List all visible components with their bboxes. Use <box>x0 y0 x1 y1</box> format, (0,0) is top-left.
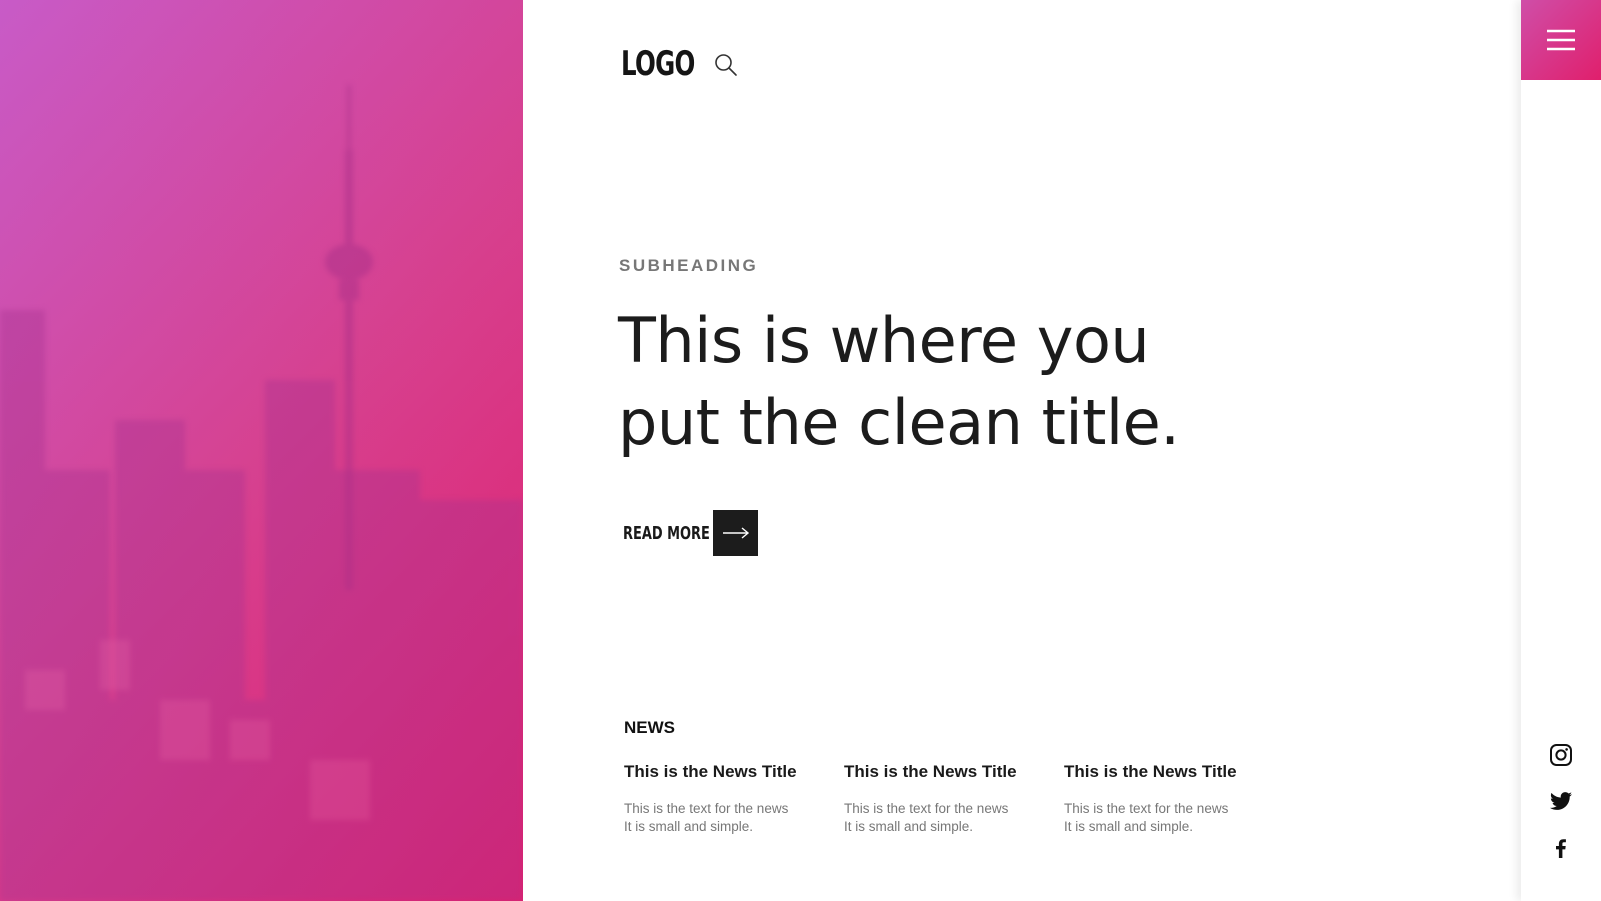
news-item-text-line: This is the text for the news <box>844 801 1009 816</box>
hero-title: This is where you put the clean title. <box>618 304 1180 459</box>
read-more-link[interactable]: READ MORE <box>623 510 758 556</box>
hamburger-menu-icon <box>1547 29 1575 51</box>
news-item-text-line: This is the text for the news <box>1064 801 1229 816</box>
news-item-text-line: It is small and simple. <box>844 819 974 834</box>
news-item-text-line: It is small and simple. <box>1064 819 1194 834</box>
main-content: LOGO SUBHEADING This is where you put th… <box>523 0 1521 901</box>
news-item[interactable]: This is the News Title This is the text … <box>844 762 1054 836</box>
news-heading: NEWS <box>624 718 675 737</box>
logo[interactable]: LOGO <box>621 44 695 84</box>
hero-image <box>0 0 523 901</box>
news-item-text: This is the text for the news It is smal… <box>624 800 834 836</box>
news-item-title[interactable]: This is the News Title <box>844 762 1054 782</box>
hero-subheading: SUBHEADING <box>619 256 759 275</box>
read-more-button[interactable] <box>713 510 758 556</box>
news-item[interactable]: This is the News Title This is the text … <box>1064 762 1274 836</box>
news-item-text-line: It is small and simple. <box>624 819 754 834</box>
read-more-label: READ MORE <box>623 522 710 544</box>
hero-image-tint <box>0 0 523 901</box>
instagram-icon[interactable] <box>1549 743 1573 767</box>
twitter-icon[interactable] <box>1549 789 1573 813</box>
news-item[interactable]: This is the News Title This is the text … <box>624 762 834 836</box>
news-item-text: This is the text for the news It is smal… <box>844 800 1054 836</box>
news-item-title[interactable]: This is the News Title <box>1064 762 1274 782</box>
arrow-right-icon <box>722 527 749 539</box>
search-icon[interactable] <box>713 52 739 78</box>
menu-button[interactable] <box>1521 0 1601 80</box>
news-item-text: This is the text for the news It is smal… <box>1064 800 1274 836</box>
facebook-icon[interactable] <box>1549 836 1573 860</box>
side-rail <box>1521 0 1601 901</box>
news-item-text-line: This is the text for the news <box>624 801 789 816</box>
news-item-title[interactable]: This is the News Title <box>624 762 834 782</box>
